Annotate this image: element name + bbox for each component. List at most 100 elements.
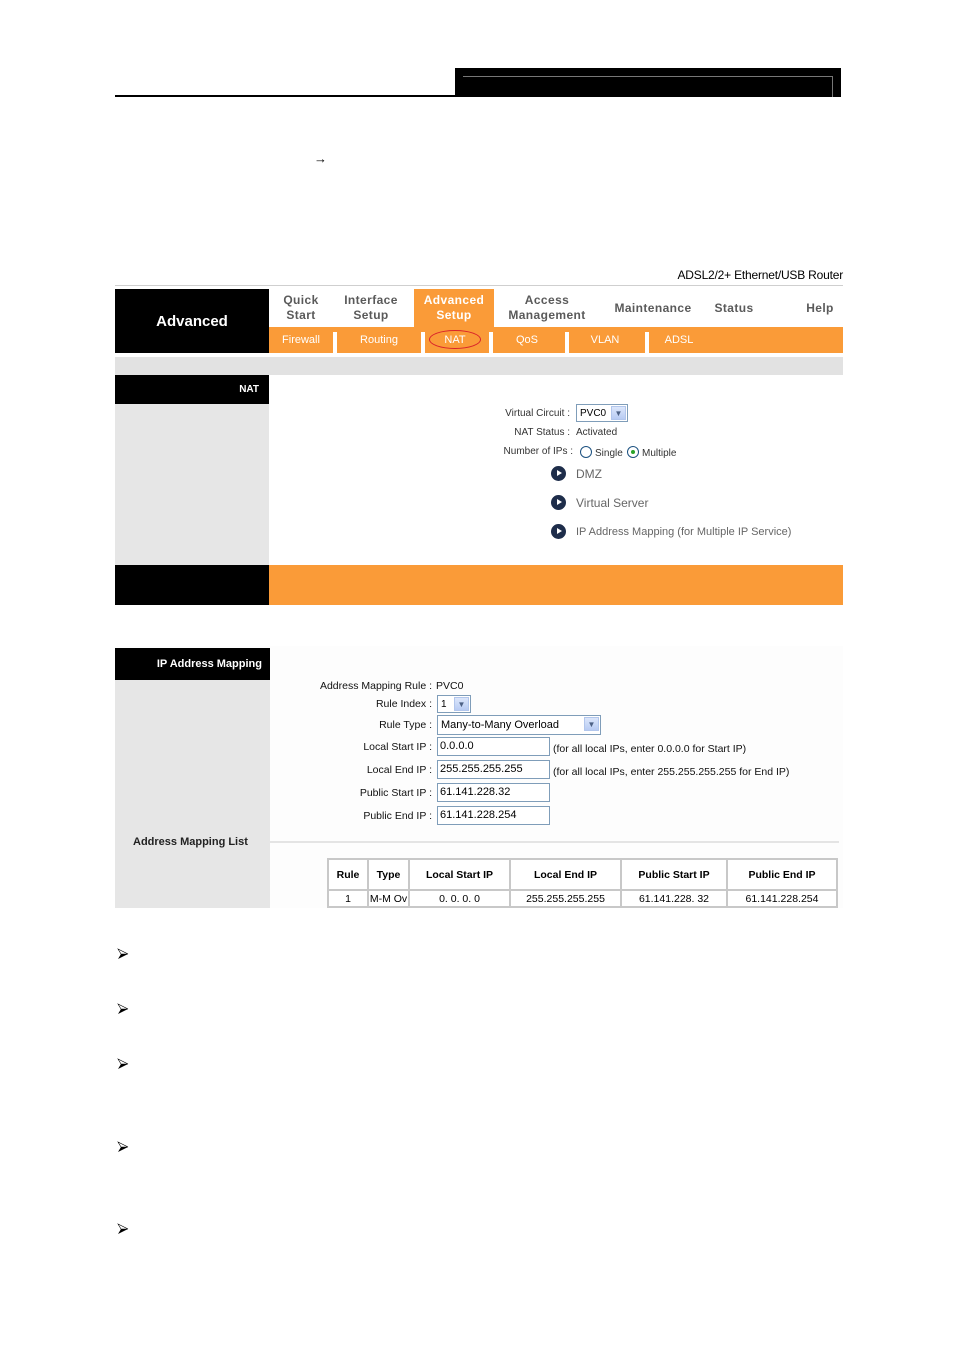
section-divider [270,841,839,843]
sidebar-grey [115,404,269,565]
subnav-routing[interactable]: Routing [337,327,421,353]
nav-quick-start[interactable]: Quick Start [269,289,333,327]
chevron-down-icon: ▼ [611,406,626,420]
nav-label: Start [286,308,316,322]
rule-type-select[interactable]: Many-to-Many Overload ▼ [437,715,601,735]
address-mapping-list-title: Address Mapping List [133,836,248,848]
subnav-qos[interactable]: QoS [493,327,561,353]
local-start-ip-label: Local Start IP : [363,741,432,753]
nat-content: Virtual Circuit : PVC0 ▼ NAT Status : Ac… [269,375,843,565]
public-end-ip-input[interactable]: 61.141.228.254 [437,806,550,825]
public-start-ip-label: Public Start IP : [359,787,432,799]
column-header: Public Start IP [620,858,728,891]
column-header: Local End IP [509,858,622,891]
nat-status-label: NAT Status : [514,427,570,438]
bullet-arrow-icon [117,1003,129,1014]
cell-local-start-ip: 0. 0. 0. 0 [408,889,511,908]
nav-help[interactable]: Help [797,289,843,327]
chevron-down-icon: ▼ [584,717,599,731]
nav-label: Interface [344,293,398,307]
nav-maintenance[interactable]: Maintenance [603,289,703,327]
nav-access-management[interactable]: Access Management [501,289,593,327]
column-header: Rule [327,858,369,891]
nav-interface-setup[interactable]: Interface Setup [333,289,409,327]
highlight-circle [429,330,481,349]
nav-label: Quick [283,293,319,307]
bullet-arrow-icon [117,1223,129,1234]
grey-band [115,357,843,375]
virtual-circuit-label: Virtual Circuit : [505,408,570,419]
cell-public-end-ip: 61.141.228.254 [726,889,838,908]
bullet-arrow-icon [117,948,129,959]
num-ips-label: Number of IPs : [503,446,573,457]
link-label: IP Address Mapping (for Multiple IP Serv… [576,525,792,538]
address-mapping-table: Rule Type Local Start IP Local End IP Pu… [327,858,838,908]
link-dmz[interactable]: DMZ [551,466,602,481]
nat-screenshot: ADSL2/2+ Ethernet/USB Router Advanced Qu… [115,266,843,605]
subnav-adsl[interactable]: ADSL [649,327,709,353]
virtual-circuit-select[interactable]: PVC0 ▼ [576,404,628,422]
product-name: ADSL2/2+ Ethernet/USB Router [677,268,844,282]
footer-left [115,565,269,605]
document-header-rule [115,95,455,97]
main-nav: Quick Start Interface Setup Advanced Set… [269,289,843,327]
nav-label: Help [806,300,834,315]
link-label: DMZ [576,466,602,481]
sub-nav: Firewall Routing NAT QoS VLAN ADSL [269,327,843,353]
bullet-arrow-icon [117,1058,129,1069]
link-label: Virtual Server [576,495,649,510]
cell-public-start-ip: 61.141.228. 32 [620,889,728,908]
section-title-nat: NAT [115,375,269,404]
rule-label: Address Mapping Rule : [319,680,432,692]
nav-advanced-setup[interactable]: Advanced Setup [414,289,494,327]
play-circle-icon [551,495,566,510]
subnav-firewall[interactable]: Firewall [269,327,333,353]
footer-bar [269,565,843,605]
select-value: 1 [441,698,447,710]
nat-status-value: Activated [576,427,618,438]
arrow-right-icon: → [314,151,327,166]
nav-status[interactable]: Status [703,289,765,327]
radio-multiple-label: Multiple [642,448,677,459]
nav-label: Status [714,300,754,315]
select-value: Many-to-Many Overload [441,719,559,731]
public-start-ip-input[interactable]: 61.141.228.32 [437,783,550,802]
radio-multiple[interactable] [627,446,639,458]
nav-label: Access [524,293,570,307]
rule-index-select[interactable]: 1 ▼ [437,695,471,713]
document-header-bar [455,68,841,97]
table-row: 1 M-M Ov 0. 0. 0. 0 255.255.255.255 61.1… [327,889,838,908]
nav-label: Management [508,308,586,322]
local-end-ip-label: Local End IP : [366,764,432,776]
rule-type-label: Rule Type : [379,719,432,731]
cell-rule: 1 [327,889,369,908]
subnav-vlan[interactable]: VLAN [569,327,641,353]
link-virtual-server[interactable]: Virtual Server [551,495,648,510]
rule-value: PVC0 [436,680,464,692]
section-title-ip-mapping: IP Address Mapping [115,648,270,680]
cell-type: M-M Ov [367,889,410,908]
link-ip-address-mapping[interactable]: IP Address Mapping (for Multiple IP Serv… [551,524,791,539]
chevron-down-icon: ▼ [454,697,469,711]
column-header: Type [367,858,410,891]
nav-label: Setup [353,308,389,322]
top-divider [115,285,843,286]
nav-label: Advanced [423,293,485,307]
nav-label: Setup [436,308,472,322]
local-start-ip-input[interactable]: 0.0.0.0 [437,737,550,756]
play-circle-icon [551,466,566,481]
brand-label: Advanced [115,289,269,353]
select-value: PVC0 [580,407,607,419]
play-circle-icon [551,524,566,539]
radio-single[interactable] [580,446,592,458]
column-header: Local Start IP [408,858,511,891]
nav-label: Maintenance [614,300,692,315]
public-end-ip-label: Public End IP : [363,810,432,822]
local-end-ip-hint: (for all local IPs, enter 255.255.255.25… [553,766,790,778]
local-end-ip-input[interactable]: 255.255.255.255 [437,760,550,779]
table-header-row: Rule Type Local Start IP Local End IP Pu… [327,858,838,891]
rule-index-label: Rule Index : [375,698,432,710]
cell-local-end-ip: 255.255.255.255 [509,889,622,908]
ip-mapping-screenshot: IP Address Mapping Address Mapping List … [115,646,843,908]
bullet-arrow-icon [117,1141,129,1152]
